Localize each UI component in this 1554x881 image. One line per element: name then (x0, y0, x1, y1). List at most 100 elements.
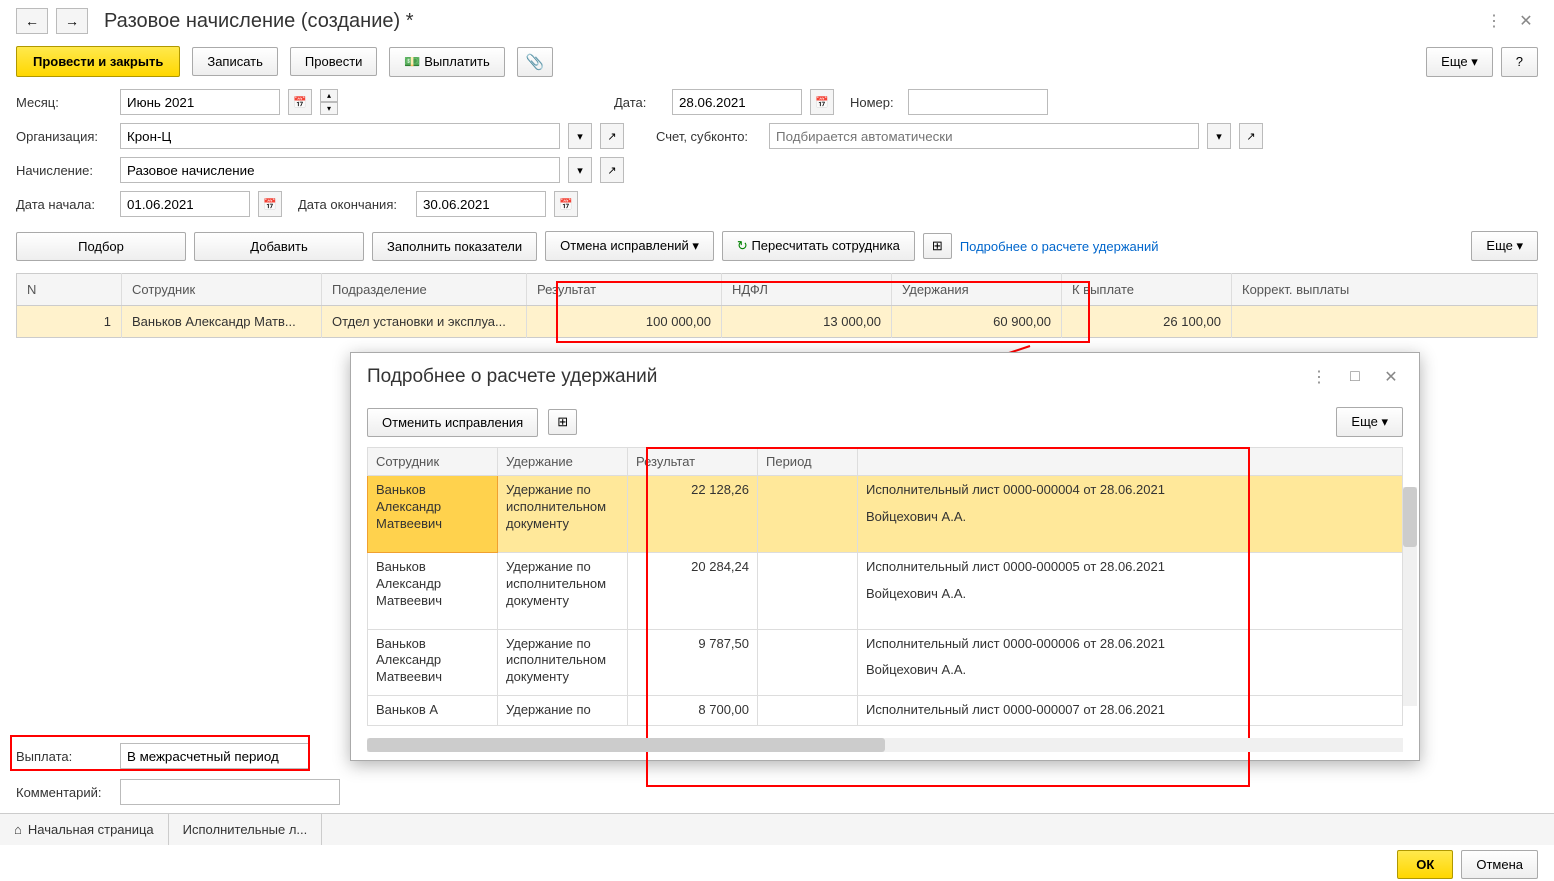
dcell-employee: Ваньков Александр Матвеевич (368, 476, 498, 553)
dcell-result: 22 128,26 (628, 476, 758, 553)
post-close-button[interactable]: Провести и закрыть (16, 46, 180, 77)
date-input[interactable] (672, 89, 802, 115)
end-label: Дата окончания: (298, 197, 408, 212)
calendar-icon[interactable]: 📅 (810, 89, 834, 115)
details-popup: Подробнее о расчете удержаний ⋮ □ ✕ Отме… (350, 352, 1420, 761)
popup-more-label: Еще (1351, 414, 1377, 429)
cell-ndfl: 13 000,00 (722, 306, 892, 338)
dcell-employee: Ваньков А (368, 696, 498, 726)
month-up-button[interactable]: ▴ (320, 89, 338, 102)
detail-row[interactable]: Ваньков Александр Матвеевич Удержание по… (368, 476, 1403, 553)
comment-input[interactable] (120, 779, 340, 805)
dcell-deduction: Удержание по исполнительном документу (498, 476, 628, 553)
dcell-period (758, 696, 858, 726)
start-input[interactable] (120, 191, 250, 217)
pay-button[interactable]: 💵 Выплатить (389, 47, 504, 77)
more-button[interactable]: Еще ▾ (1426, 47, 1493, 77)
nav-back-button[interactable]: ← (16, 8, 48, 34)
col-deductions: Удержания (892, 274, 1062, 306)
vertical-scrollbar[interactable] (1403, 487, 1417, 706)
calendar-icon[interactable]: 📅 (554, 191, 578, 217)
dcell-result: 20 284,24 (628, 552, 758, 629)
popup-maximize-icon[interactable]: □ (1343, 365, 1367, 389)
undo-button[interactable]: Отмена исправлений ▾ (545, 231, 714, 261)
month-input[interactable] (120, 89, 280, 115)
details-link[interactable]: Подробнее о расчете удержаний (960, 239, 1159, 254)
detail-row[interactable]: Ваньков А Удержание по 8 700,00 Исполнит… (368, 696, 1403, 726)
dcell-period (758, 629, 858, 696)
month-down-button[interactable]: ▾ (320, 102, 338, 115)
cell-correct (1232, 306, 1538, 338)
popup-table-config-icon[interactable]: ⊞ (548, 409, 577, 435)
payout-input[interactable] (120, 743, 310, 769)
fill-button[interactable]: Заполнить показатели (372, 232, 537, 261)
recalc-label: Пересчитать сотрудника (751, 238, 899, 253)
menu-icon[interactable]: ⋮ (1482, 9, 1506, 33)
dcol-result: Результат (628, 448, 758, 476)
desc-line2: Войцехович А.А. (866, 586, 1394, 603)
number-input[interactable] (908, 89, 1048, 115)
account-input[interactable] (769, 123, 1199, 149)
popup-menu-icon[interactable]: ⋮ (1307, 365, 1331, 389)
add-button[interactable]: Добавить (194, 232, 364, 261)
attach-button[interactable]: 📎 (517, 47, 554, 77)
popup-undo-button[interactable]: Отменить исправления (367, 408, 538, 437)
tab-exec[interactable]: Исполнительные л... (169, 814, 323, 845)
scroll-thumb[interactable] (1403, 487, 1417, 547)
dcell-deduction: Удержание по (498, 696, 628, 726)
dcell-period (758, 476, 858, 553)
desc-line2: Войцехович А.А. (866, 662, 1394, 679)
write-button[interactable]: Записать (192, 47, 278, 76)
org-label: Организация: (16, 129, 112, 144)
popup-more-button[interactable]: Еще ▾ (1336, 407, 1403, 437)
account-label: Счет, субконто: (656, 129, 761, 144)
cell-result: 100 000,00 (527, 306, 722, 338)
dcell-desc: Исполнительный лист 0000-000005 от 28.06… (858, 552, 1403, 629)
table-config-icon[interactable]: ⊞ (923, 233, 952, 259)
accrual-label: Начисление: (16, 163, 112, 178)
desc-line1: Исполнительный лист 0000-000004 от 28.06… (866, 482, 1394, 499)
col-ndfl: НДФЛ (722, 274, 892, 306)
select-button[interactable]: Подбор (16, 232, 186, 261)
org-input[interactable] (120, 123, 560, 149)
dcell-desc: Исполнительный лист 0000-000007 от 28.06… (858, 696, 1403, 726)
detail-row[interactable]: Ваньков Александр Матвеевич Удержание по… (368, 629, 1403, 696)
post-button[interactable]: Провести (290, 47, 378, 76)
dropdown-icon[interactable]: ▾ (568, 157, 592, 183)
dcol-employee: Сотрудник (368, 448, 498, 476)
cancel-button[interactable]: Отмена (1461, 850, 1538, 879)
open-icon[interactable]: ↗ (600, 157, 624, 183)
table-more-button[interactable]: Еще ▾ (1471, 231, 1538, 261)
refresh-icon: ↻ (737, 238, 748, 253)
dcell-deduction: Удержание по исполнительном документу (498, 552, 628, 629)
more-label: Еще (1441, 54, 1467, 69)
help-button[interactable]: ? (1501, 47, 1538, 77)
dcell-result: 9 787,50 (628, 629, 758, 696)
open-icon[interactable]: ↗ (1239, 123, 1263, 149)
dropdown-icon[interactable]: ▾ (1207, 123, 1231, 149)
table-row[interactable]: 1 Ваньков Александр Матв... Отдел устано… (17, 306, 1538, 338)
recalc-button[interactable]: ↻ Пересчитать сотрудника (722, 231, 915, 261)
tab-home[interactable]: ⌂Начальная страница (0, 814, 169, 845)
end-input[interactable] (416, 191, 546, 217)
calendar-icon[interactable]: 📅 (258, 191, 282, 217)
dropdown-icon[interactable]: ▾ (568, 123, 592, 149)
popup-close-icon[interactable]: ✕ (1379, 365, 1403, 389)
calendar-icon[interactable]: 📅 (288, 89, 312, 115)
dcol-deduction: Удержание (498, 448, 628, 476)
ok-button[interactable]: ОК (1397, 850, 1453, 879)
cell-employee: Ваньков Александр Матв... (122, 306, 322, 338)
undo-label: Отмена исправлений (560, 238, 689, 253)
detail-row[interactable]: Ваньков Александр Матвеевич Удержание по… (368, 552, 1403, 629)
date-label: Дата: (614, 95, 664, 110)
dcell-employee: Ваньков Александр Матвеевич (368, 552, 498, 629)
accrual-input[interactable] (120, 157, 560, 183)
money-icon: 💵 (404, 54, 420, 69)
close-icon[interactable]: ✕ (1514, 9, 1538, 33)
dcell-period (758, 552, 858, 629)
open-icon[interactable]: ↗ (600, 123, 624, 149)
nav-forward-button[interactable]: → (56, 8, 88, 34)
desc-line1: Исполнительный лист 0000-000007 от 28.06… (866, 702, 1394, 719)
desc-line1: Исполнительный лист 0000-000006 от 28.06… (866, 636, 1394, 653)
cell-dept: Отдел установки и эксплуа... (322, 306, 527, 338)
